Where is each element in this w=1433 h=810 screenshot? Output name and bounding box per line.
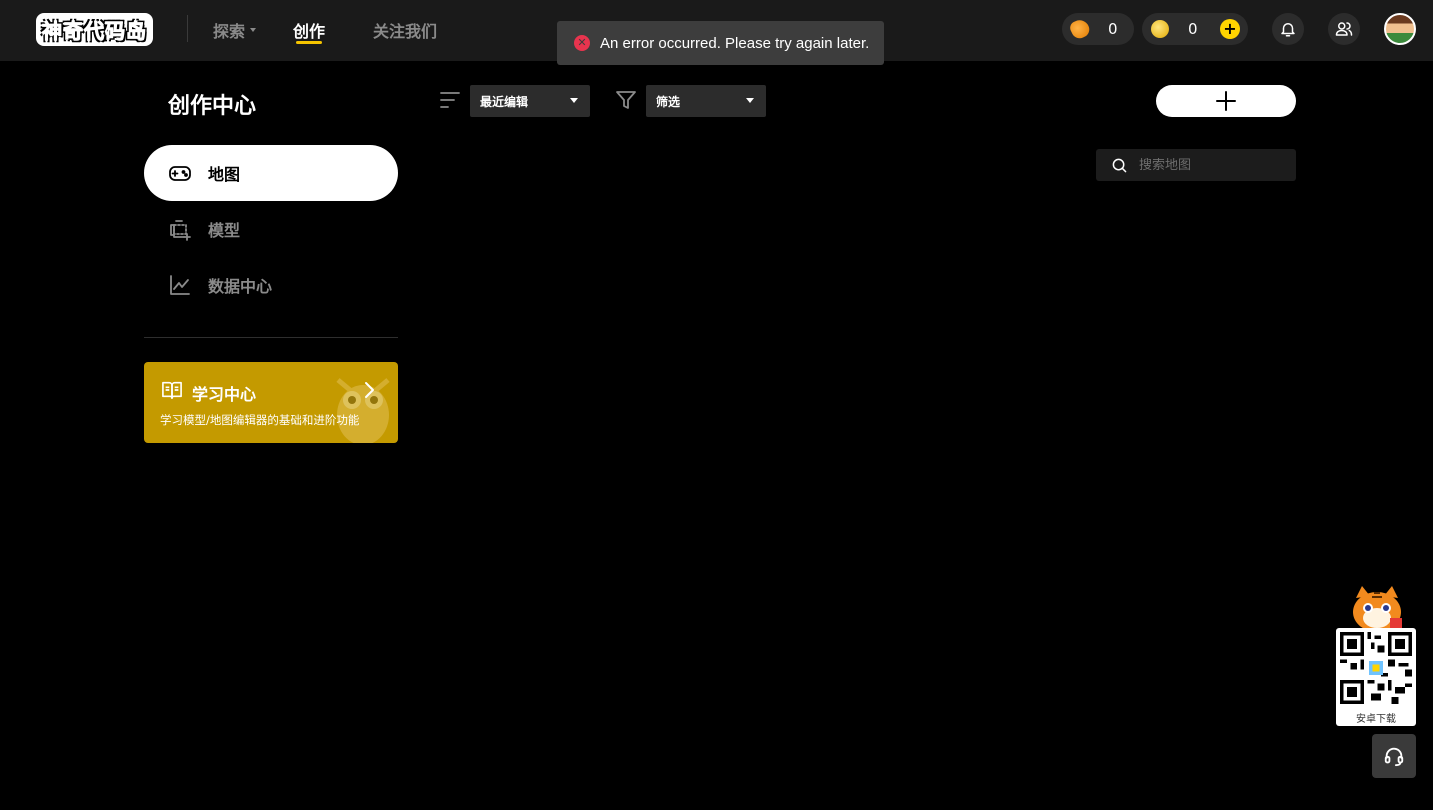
search-icon	[1112, 158, 1127, 172]
recharge-plus-button[interactable]: +	[1220, 19, 1240, 39]
bell-icon	[1281, 23, 1295, 37]
currency-fish-balance[interactable]: 0	[1062, 13, 1134, 45]
nav-follow-label: 关注我们	[373, 22, 438, 41]
filter-select[interactable]: 筛选	[646, 85, 766, 117]
nav-follow-us[interactable]: 关注我们	[373, 18, 437, 42]
users-icon	[1335, 22, 1353, 36]
sidebar-item-map[interactable]: 地图	[144, 145, 398, 201]
site-logo[interactable]: 神奇代码岛	[36, 12, 153, 46]
sidebar-item-label: 数据中心	[208, 277, 273, 296]
nav-explore-label: 探索	[213, 22, 246, 41]
sidebar-item-label: 模型	[208, 221, 241, 240]
search-map-input[interactable]	[1139, 157, 1289, 173]
page-title: 创作中心	[168, 94, 257, 119]
currency-fish-value: 0	[1108, 20, 1118, 38]
model-add-icon	[168, 217, 192, 241]
error-toast: ✕ An error occurred. Please try again la…	[557, 21, 884, 65]
nav-create-label: 创作	[293, 22, 326, 41]
sort-select-value: 最近编辑	[480, 94, 529, 109]
sort-icon	[440, 92, 460, 108]
android-download-qr-card[interactable]: 安卓下载	[1336, 628, 1416, 726]
chevron-down-icon	[250, 28, 257, 32]
customer-support-button[interactable]	[1372, 734, 1416, 778]
plus-icon	[1216, 91, 1236, 111]
nav-create[interactable]: 创作	[293, 18, 325, 42]
sort-select[interactable]: 最近编辑	[470, 85, 590, 117]
sidebar-item-model[interactable]: 模型	[144, 201, 398, 257]
line-chart-icon	[168, 273, 192, 297]
toast-message: An error occurred. Please try again late…	[600, 34, 870, 52]
sidebar-item-label: 地图	[208, 165, 241, 184]
qr-label: 安卓下载	[1356, 714, 1396, 725]
caret-down-icon	[746, 98, 754, 103]
currency-coin-value: 0	[1188, 20, 1198, 38]
search-map-box[interactable]	[1096, 149, 1296, 181]
friends-button[interactable]	[1328, 13, 1360, 45]
learning-center-subtitle: 学习模型/地图编辑器的基础和进阶功能	[160, 413, 360, 427]
filter-icon	[616, 91, 636, 109]
learning-center-card[interactable]: 学习中心 学习模型/地图编辑器的基础和进阶功能	[144, 362, 398, 443]
create-new-button[interactable]	[1156, 85, 1296, 117]
filter-select-value: 筛选	[656, 94, 681, 109]
error-circle-icon: ✕	[574, 35, 590, 51]
currency-coin-balance[interactable]: 0 +	[1142, 13, 1248, 45]
logo-text: 神奇代码岛	[36, 12, 153, 46]
caret-down-icon	[570, 98, 578, 103]
learning-center-title: 学习中心	[192, 385, 257, 404]
tiger-mascot-icon	[1353, 586, 1402, 632]
chevron-right-icon	[365, 382, 374, 398]
coin-currency-icon	[1151, 20, 1169, 38]
book-icon	[162, 381, 182, 399]
fish-currency-icon	[1068, 17, 1092, 41]
gamepad-icon	[168, 161, 192, 185]
headset-icon	[1384, 747, 1404, 767]
notifications-button[interactable]	[1272, 13, 1304, 45]
nav-divider	[187, 15, 188, 42]
qr-code-icon	[1340, 632, 1412, 704]
nav-explore[interactable]: 探索	[213, 18, 257, 42]
sidebar-item-data-center[interactable]: 数据中心	[144, 257, 398, 313]
sidebar-divider	[144, 337, 398, 338]
nav-active-indicator	[296, 41, 322, 44]
user-avatar[interactable]	[1384, 13, 1416, 45]
